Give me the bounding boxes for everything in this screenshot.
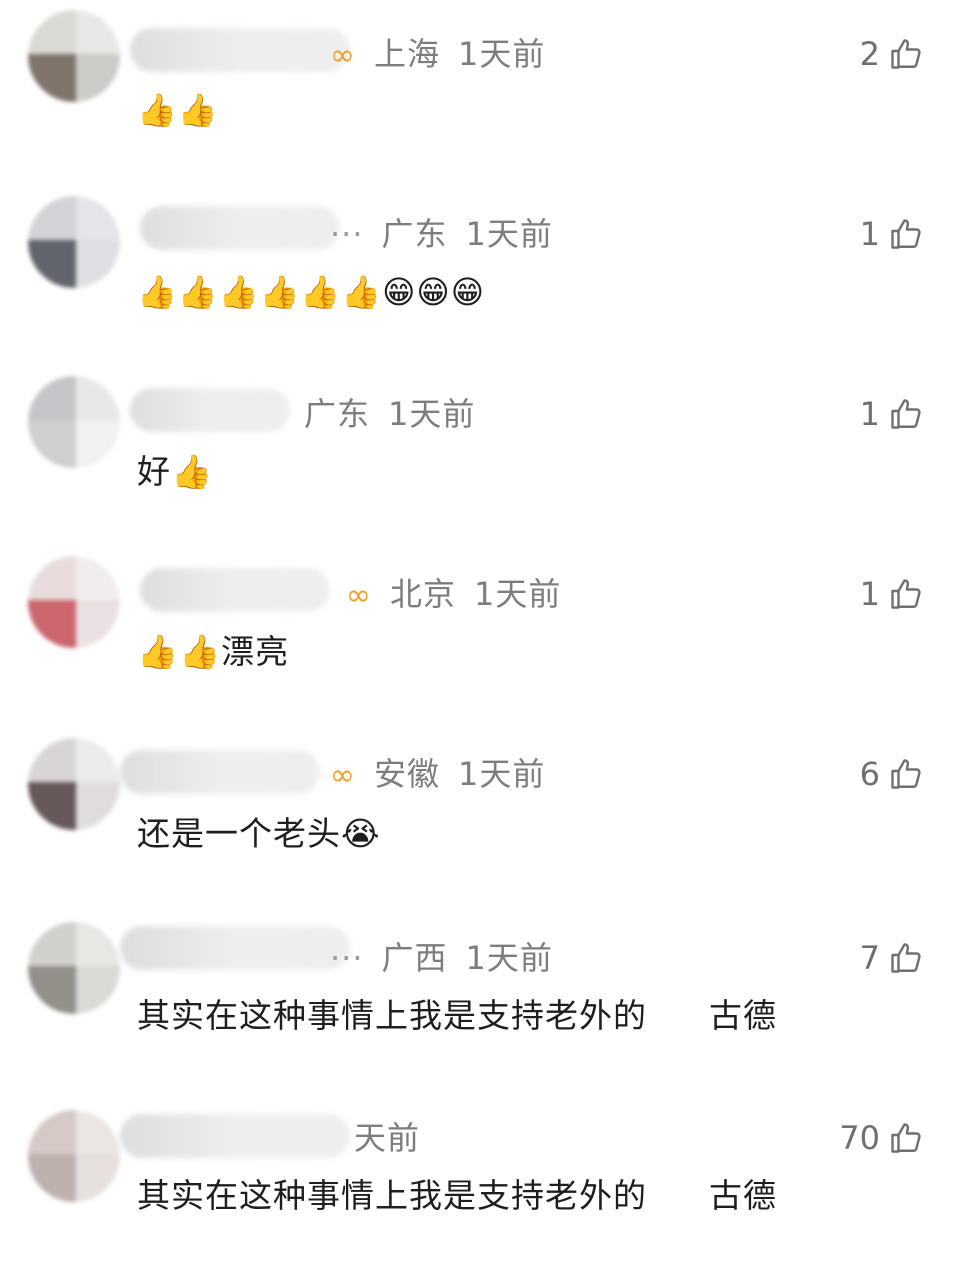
username-redacted[interactable]: [120, 1114, 350, 1158]
location: 上海: [374, 35, 441, 73]
comment-body: 👍👍漂亮: [137, 632, 290, 671]
comment-meta: 广东 1天前: [304, 394, 475, 434]
like-button[interactable]: 1: [860, 214, 924, 254]
comment-item: ··· 广西 1天前 7 其实在这种事情上我是支持老外的 古德: [0, 900, 968, 1080]
like-count: 2: [859, 35, 880, 73]
avatar[interactable]: [28, 196, 120, 288]
like-count: 6: [859, 755, 880, 793]
like-count: 1: [859, 395, 880, 433]
comment-body: 其实在这种事情上我是支持老外的 古德: [137, 1176, 777, 1215]
timestamp: 天前: [354, 1119, 421, 1157]
username-redacted[interactable]: [130, 388, 290, 432]
username-redacted[interactable]: [130, 28, 350, 72]
avatar[interactable]: [28, 738, 120, 830]
comment-body: 还是一个老头😭: [137, 814, 381, 853]
username-redacted[interactable]: [140, 206, 340, 250]
like-count: 70: [839, 1119, 880, 1157]
infinity-badge-icon: ∞: [330, 38, 356, 73]
like-button[interactable]: 7: [860, 938, 924, 978]
like-count: 7: [859, 939, 880, 977]
comment-meta: 天前: [354, 1118, 420, 1158]
username-redacted[interactable]: [120, 926, 350, 970]
thumbs-up-outline-icon: [891, 399, 921, 429]
comment-body: 好👍: [137, 452, 214, 491]
like-button[interactable]: 70: [839, 1118, 924, 1158]
timestamp: 1天前: [465, 939, 553, 977]
comment-body: 👍👍: [137, 91, 219, 129]
like-button[interactable]: 2: [860, 34, 924, 74]
avatar[interactable]: [28, 10, 120, 102]
comment-meta: ∞ 上海 1天前: [330, 34, 545, 76]
location: 广东: [304, 395, 371, 433]
thumbs-up-outline-icon: [891, 943, 921, 973]
comment-item: ∞ 安徽 1天前 6 还是一个老头😭: [0, 720, 968, 900]
avatar[interactable]: [28, 376, 120, 468]
like-button[interactable]: 1: [860, 574, 924, 614]
comment-item: 广东 1天前 1 好👍: [0, 360, 968, 540]
avatar[interactable]: [28, 556, 120, 648]
username-redacted[interactable]: [120, 750, 320, 794]
timestamp: 1天前: [474, 575, 562, 613]
thumbs-up-outline-icon: [891, 219, 921, 249]
comment-item: ··· 广东 1天前 1 👍👍👍👍👍👍😁😁😁: [0, 180, 968, 360]
avatar[interactable]: [28, 1110, 120, 1202]
location: 广东: [381, 215, 448, 253]
location: 北京: [390, 575, 457, 613]
comment-item: 天前 70 其实在这种事情上我是支持老外的 古德: [0, 1080, 968, 1260]
infinity-badge-icon: ∞: [330, 758, 356, 793]
comment-body: 其实在这种事情上我是支持老外的 古德: [137, 996, 777, 1035]
comment-meta: ··· 广东 1天前: [330, 215, 553, 253]
location: 广西: [381, 939, 448, 977]
comment-meta: ∞ 安徽 1天前: [330, 754, 545, 796]
timestamp: 1天前: [458, 35, 546, 73]
comment-meta: ∞ 北京 1天前: [346, 574, 561, 616]
comment-body: 👍👍👍👍👍👍😁😁😁: [137, 273, 486, 311]
thumbs-up-outline-icon: [891, 579, 921, 609]
username-redacted[interactable]: [140, 568, 330, 612]
comment-item: ∞ 北京 1天前 1 👍👍漂亮: [0, 540, 968, 720]
thumbs-up-outline-icon: [891, 759, 921, 789]
like-button[interactable]: 6: [860, 754, 924, 794]
thumbs-up-outline-icon: [891, 39, 921, 69]
timestamp: 1天前: [388, 395, 476, 433]
infinity-badge-icon: ∞: [346, 578, 372, 613]
timestamp: 1天前: [465, 215, 553, 253]
avatar[interactable]: [28, 922, 120, 1014]
timestamp: 1天前: [458, 755, 546, 793]
comment-item: ∞ 上海 1天前 2 👍👍: [0, 0, 968, 180]
like-button[interactable]: 1: [860, 394, 924, 434]
thumbs-up-outline-icon: [891, 1123, 921, 1153]
like-count: 1: [859, 215, 880, 253]
location: 安徽: [374, 755, 441, 793]
like-count: 1: [859, 575, 880, 613]
comment-meta: ··· 广西 1天前: [330, 939, 553, 977]
